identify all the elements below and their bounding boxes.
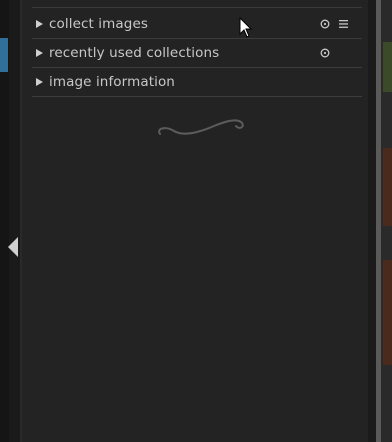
left-side-panel: collect images recently used collections bbox=[22, 0, 368, 442]
expand-arrow-icon[interactable] bbox=[36, 78, 46, 86]
module-collect-images[interactable]: collect images bbox=[32, 10, 362, 39]
module-recently-used-collections[interactable]: recently used collections bbox=[32, 39, 362, 68]
expand-arrow-icon[interactable] bbox=[36, 20, 46, 28]
collapse-left-panel-arrow-icon[interactable] bbox=[7, 236, 19, 258]
module-label: image information bbox=[49, 74, 175, 90]
right-divider bbox=[368, 0, 376, 442]
thumbnail[interactable] bbox=[383, 148, 392, 226]
left-accent-bar bbox=[0, 38, 8, 72]
thumbnail[interactable] bbox=[383, 260, 392, 365]
presets-icon[interactable] bbox=[338, 19, 348, 29]
app-window: collect images recently used collections bbox=[0, 0, 392, 442]
reset-icon[interactable] bbox=[320, 48, 330, 58]
mouse-cursor-icon bbox=[239, 17, 253, 38]
end-of-panel-flourish-icon bbox=[158, 119, 244, 135]
module-image-information[interactable]: image information bbox=[32, 68, 362, 97]
filmstrip-thumbnails bbox=[381, 0, 392, 442]
expand-arrow-icon[interactable] bbox=[36, 49, 46, 57]
previous-module-header[interactable] bbox=[32, 0, 362, 8]
reset-icon[interactable] bbox=[320, 19, 330, 29]
thumbnail[interactable] bbox=[383, 42, 392, 92]
module-label: recently used collections bbox=[49, 45, 220, 61]
module-label: collect images bbox=[49, 16, 148, 32]
left-border-panel bbox=[0, 0, 22, 442]
